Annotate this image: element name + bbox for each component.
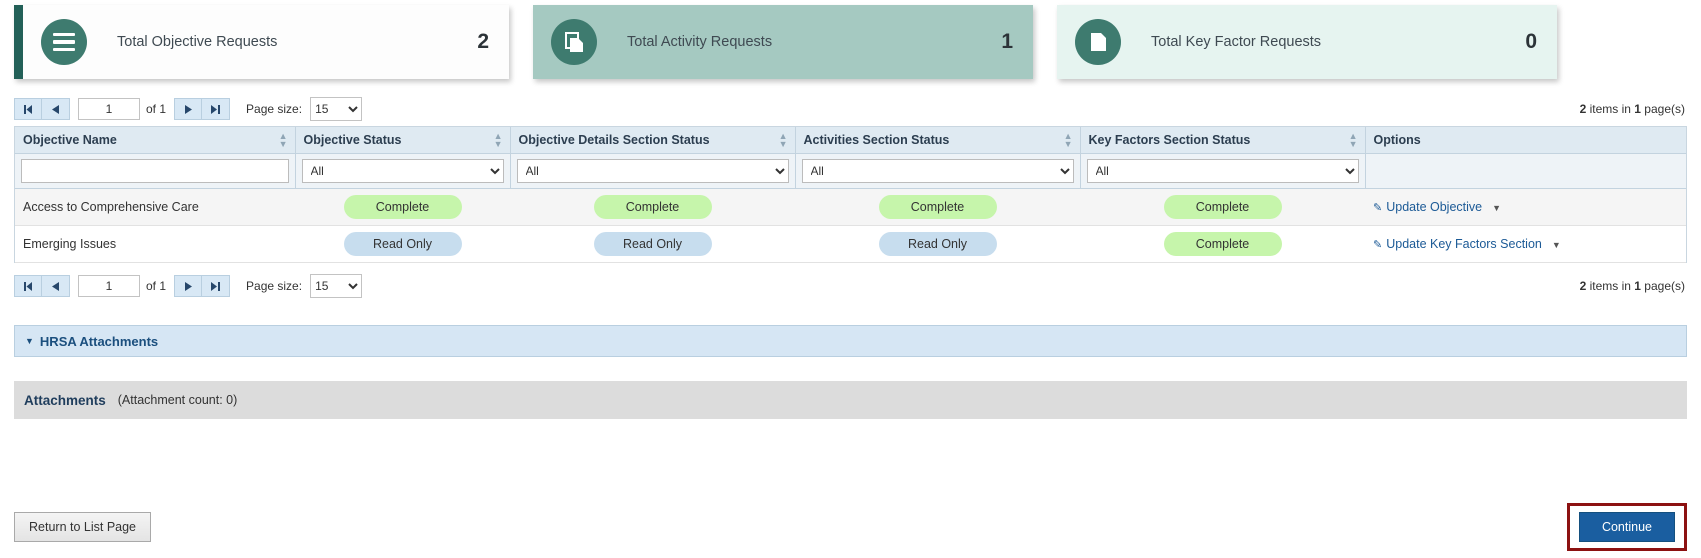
last-page-button[interactable] (202, 275, 231, 297)
item-count-top: 2 items in 1 page(s) (1579, 102, 1685, 116)
card-label: Total Key Factor Requests (1151, 34, 1322, 50)
page-count-number: 1 (1634, 102, 1641, 116)
cell-objective-details-status: Read Only (510, 225, 795, 263)
card-total-objective-requests[interactable]: Total Objective Requests 2 (14, 5, 509, 79)
update-key-factors-section-link[interactable]: Update Key Factors Section (1386, 237, 1542, 251)
filter-cell-objective-details-status: All (510, 153, 796, 189)
page-number-input[interactable] (78, 98, 140, 120)
hamburger-menu-icon (41, 19, 87, 65)
copy-document-icon (551, 19, 597, 65)
prev-page-button[interactable] (42, 98, 70, 120)
update-objective-link[interactable]: Update Objective (1386, 200, 1482, 214)
card-value: 0 (1525, 30, 1537, 53)
footer-actions: Return to List Page Continue (0, 503, 1701, 551)
next-page-button[interactable] (174, 275, 203, 297)
status-badge: Read Only (343, 232, 462, 256)
status-badge: Complete (1163, 195, 1282, 219)
summary-cards: Total Objective Requests 2 Total Activit… (0, 0, 1701, 86)
filter-cell-objective-status: All (295, 153, 511, 189)
card-total-key-factor-requests[interactable]: Total Key Factor Requests 0 (1057, 5, 1557, 79)
page-of-label: of 1 (146, 102, 167, 116)
sort-arrows-icon: ▲ ▼ (1348, 131, 1358, 149)
page-of-label: of 1 (146, 279, 167, 293)
document-page-icon (1075, 19, 1121, 65)
column-header-objective-details-section-status[interactable]: Objective Details Section Status ▲ ▼ (510, 127, 796, 154)
edit-pencil-icon: ✎ (1373, 202, 1383, 214)
status-badge: Complete (593, 195, 712, 219)
column-header-activities-section-status[interactable]: Activities Section Status ▲ ▼ (795, 127, 1081, 154)
card-total-activity-requests[interactable]: Total Activity Requests 1 (533, 5, 1033, 79)
sort-arrows-icon: ▲ ▼ (493, 131, 503, 149)
continue-highlight-box: Continue (1566, 503, 1687, 551)
cell-objective-status: Read Only (295, 225, 510, 263)
next-page-button[interactable] (174, 98, 203, 120)
page-size-label: Page size: (246, 102, 303, 116)
filter-cell-activities-status: All (795, 153, 1081, 189)
filter-cell-key-factors-status: All (1080, 153, 1366, 189)
prev-page-button[interactable] (42, 275, 70, 297)
status-badge: Complete (343, 195, 462, 219)
page-number-input[interactable] (78, 275, 140, 297)
filter-cell-objective-name (15, 153, 296, 189)
status-badge: Read Only (878, 232, 997, 256)
sort-arrows-icon: ▲ ▼ (1063, 131, 1073, 149)
hrsa-attachments-section-header[interactable]: ▼ HRSA Attachments (14, 325, 1687, 357)
column-header-objective-name[interactable]: Objective Name ▲ ▼ (15, 127, 296, 154)
filter-cell-options (1365, 153, 1686, 189)
column-header-options: Options (1365, 127, 1686, 154)
edit-pencil-icon: ✎ (1373, 239, 1383, 251)
cell-activities-status: Read Only (795, 225, 1080, 263)
item-count-bottom: 2 items in 1 page(s) (1579, 279, 1685, 293)
first-page-button[interactable] (14, 98, 42, 120)
cell-objective-details-status: Complete (510, 188, 795, 226)
last-page-button[interactable] (202, 98, 231, 120)
pager-bottom: of 1 Page size: 15 2 items in 1 page(s) (0, 269, 1701, 303)
cell-key-factors-status: Complete (1080, 225, 1365, 263)
column-header-key-factors-section-status[interactable]: Key Factors Section Status ▲ ▼ (1080, 127, 1366, 154)
continue-button[interactable]: Continue (1578, 512, 1675, 542)
chevron-down-icon[interactable]: ▼ (1492, 203, 1501, 213)
attachments-title: Attachments (24, 392, 106, 408)
filter-objective-name-input[interactable] (21, 159, 289, 183)
filter-objective-status-select[interactable]: All (301, 159, 504, 183)
cell-key-factors-status: Complete (1080, 188, 1365, 226)
page-size-select[interactable]: 15 (310, 274, 363, 298)
grid-filter-row: All All All All (15, 153, 1686, 189)
page-size-select[interactable]: 15 (310, 97, 363, 121)
status-badge: Complete (878, 195, 997, 219)
table-row[interactable]: Access to Comprehensive Care Complete Co… (15, 188, 1686, 226)
column-header-objective-status[interactable]: Objective Status ▲ ▼ (295, 127, 511, 154)
table-row[interactable]: Emerging Issues Read Only Read Only Read… (15, 225, 1686, 263)
grid-header-row: Objective Name ▲ ▼ Objective Status ▲ ▼ Ob… (15, 127, 1686, 154)
cell-objective-name: Access to Comprehensive Care (15, 188, 295, 226)
sort-arrows-icon: ▲ ▼ (278, 131, 288, 149)
filter-objective-details-status-select[interactable]: All (516, 159, 789, 183)
attachment-count: (Attachment count: 0) (117, 393, 238, 407)
cell-objective-name: Emerging Issues (15, 225, 295, 263)
sort-arrows-icon: ▲ ▼ (778, 131, 788, 149)
hrsa-attachments-title: HRSA Attachments (39, 333, 159, 349)
card-label: Total Activity Requests (627, 34, 773, 50)
chevron-down-icon[interactable]: ▼ (1552, 240, 1561, 250)
attachments-subheader: Attachments (Attachment count: 0) (14, 381, 1687, 419)
return-to-list-page-button[interactable]: Return to List Page (14, 512, 152, 542)
cell-options: ✎ Update Key Factors Section ▼ (1365, 225, 1686, 263)
cell-activities-status: Complete (795, 188, 1080, 226)
caret-down-icon: ▼ (25, 336, 34, 346)
cell-options: ✎ Update Objective ▼ (1365, 188, 1686, 226)
page-count-number: 1 (1634, 279, 1641, 293)
filter-activities-status-select[interactable]: All (801, 159, 1074, 183)
status-badge: Complete (1163, 232, 1282, 256)
pager-top: of 1 Page size: 15 2 items in 1 page(s) (0, 92, 1701, 126)
status-badge: Read Only (593, 232, 712, 256)
card-label: Total Objective Requests (117, 34, 278, 50)
page-size-label: Page size: (246, 279, 303, 293)
cell-objective-status: Complete (295, 188, 510, 226)
card-value: 1 (1001, 30, 1013, 53)
first-page-button[interactable] (14, 275, 42, 297)
filter-key-factors-status-select[interactable]: All (1086, 159, 1359, 183)
card-value: 2 (477, 30, 489, 53)
objectives-grid: Objective Name ▲ ▼ Objective Status ▲ ▼ Ob… (14, 126, 1687, 263)
